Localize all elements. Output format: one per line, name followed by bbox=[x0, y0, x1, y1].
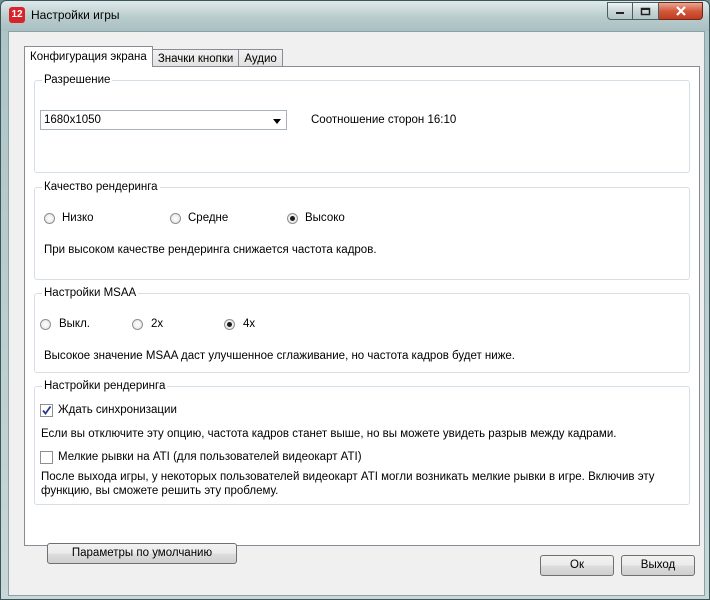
ati-note-line1: После выхода игры, у некоторых пользоват… bbox=[41, 471, 655, 483]
vsync-label[interactable]: Ждать синхронизации bbox=[58, 404, 177, 416]
close-icon bbox=[675, 6, 686, 16]
quality-medium-radio[interactable] bbox=[170, 213, 181, 224]
msaa-2x-label[interactable]: 2x bbox=[151, 318, 163, 330]
window-title: Настройки игры bbox=[31, 8, 120, 22]
resolution-group: Разрешение 1680x1050 Соотношение сторон … bbox=[34, 73, 690, 173]
ati-stutter-checkbox[interactable] bbox=[40, 451, 53, 464]
render-quality-group: Качество рендеринга Низко Средне Высоко … bbox=[34, 180, 690, 280]
render-settings-group: Настройки рендеринга Ждать синхронизации… bbox=[34, 379, 690, 505]
checkmark-icon bbox=[42, 405, 52, 415]
quality-low-label[interactable]: Низко bbox=[62, 212, 94, 224]
msaa-note: Высокое значение MSAA даст улучшенное сг… bbox=[44, 350, 515, 362]
chevron-down-icon[interactable] bbox=[273, 119, 281, 124]
quality-note: При высоком качестве рендеринга снижаетс… bbox=[44, 244, 377, 256]
tab-strip: Конфигурация экрана Значки кнопки Аудио bbox=[24, 46, 283, 67]
tab-button-icons[interactable]: Значки кнопки bbox=[151, 49, 240, 67]
exit-button[interactable]: Выход bbox=[621, 555, 695, 576]
defaults-button[interactable]: Параметры по умолчанию bbox=[47, 543, 237, 564]
ati-note-line2: функцию, вы сможете решить эту проблему. bbox=[41, 485, 279, 497]
msaa-off-radio[interactable] bbox=[40, 319, 51, 330]
quality-medium-label[interactable]: Средне bbox=[188, 212, 228, 224]
caption-buttons bbox=[607, 2, 703, 21]
resolution-group-title: Разрешение bbox=[42, 73, 113, 88]
msaa-group-title: Настройки MSAA bbox=[42, 286, 139, 301]
msaa-group: Настройки MSAA Выкл. 2x 4x Высокое значе… bbox=[34, 286, 690, 373]
render-settings-group-title: Настройки рендеринга bbox=[42, 379, 168, 394]
maximize-button[interactable] bbox=[633, 2, 659, 20]
ati-stutter-label[interactable]: Мелкие рывки на ATI (для пользователей в… bbox=[58, 451, 362, 463]
msaa-off-label[interactable]: Выкл. bbox=[59, 318, 90, 330]
msaa-4x-radio[interactable] bbox=[224, 319, 235, 330]
vsync-note: Если вы отключите эту опцию, частота кад… bbox=[41, 428, 617, 440]
maximize-icon bbox=[640, 7, 651, 15]
msaa-2x-radio[interactable] bbox=[132, 319, 143, 330]
title-bar[interactable]: 12 Настройки игры bbox=[1, 1, 709, 31]
vsync-checkbox[interactable] bbox=[40, 404, 53, 417]
tab-screen-config[interactable]: Конфигурация экрана bbox=[24, 46, 153, 67]
resolution-select[interactable]: 1680x1050 bbox=[40, 110, 287, 130]
quality-high-radio[interactable] bbox=[287, 213, 298, 224]
quality-high-label[interactable]: Высоко bbox=[305, 212, 345, 224]
settings-window: 12 Настройки игры Конфигурация экрана Зн… bbox=[0, 0, 710, 600]
render-quality-group-title: Качество рендеринга bbox=[42, 180, 160, 195]
close-button[interactable] bbox=[659, 2, 703, 20]
tab-panel-screen-config: Разрешение 1680x1050 Соотношение сторон … bbox=[24, 66, 700, 564]
quality-low-radio[interactable] bbox=[44, 213, 55, 224]
minimize-icon bbox=[616, 12, 624, 14]
aspect-ratio-label: Соотношение сторон 16:10 bbox=[311, 114, 457, 126]
minimize-button[interactable] bbox=[607, 2, 633, 20]
resolution-value: 1680x1050 bbox=[44, 114, 101, 126]
tab-audio[interactable]: Аудио bbox=[238, 49, 283, 67]
msaa-4x-label[interactable]: 4x bbox=[243, 318, 255, 330]
ok-button[interactable]: Ок bbox=[540, 555, 614, 576]
app-icon: 12 bbox=[9, 7, 25, 23]
dialog-body: Конфигурация экрана Значки кнопки Аудио … bbox=[8, 31, 705, 596]
